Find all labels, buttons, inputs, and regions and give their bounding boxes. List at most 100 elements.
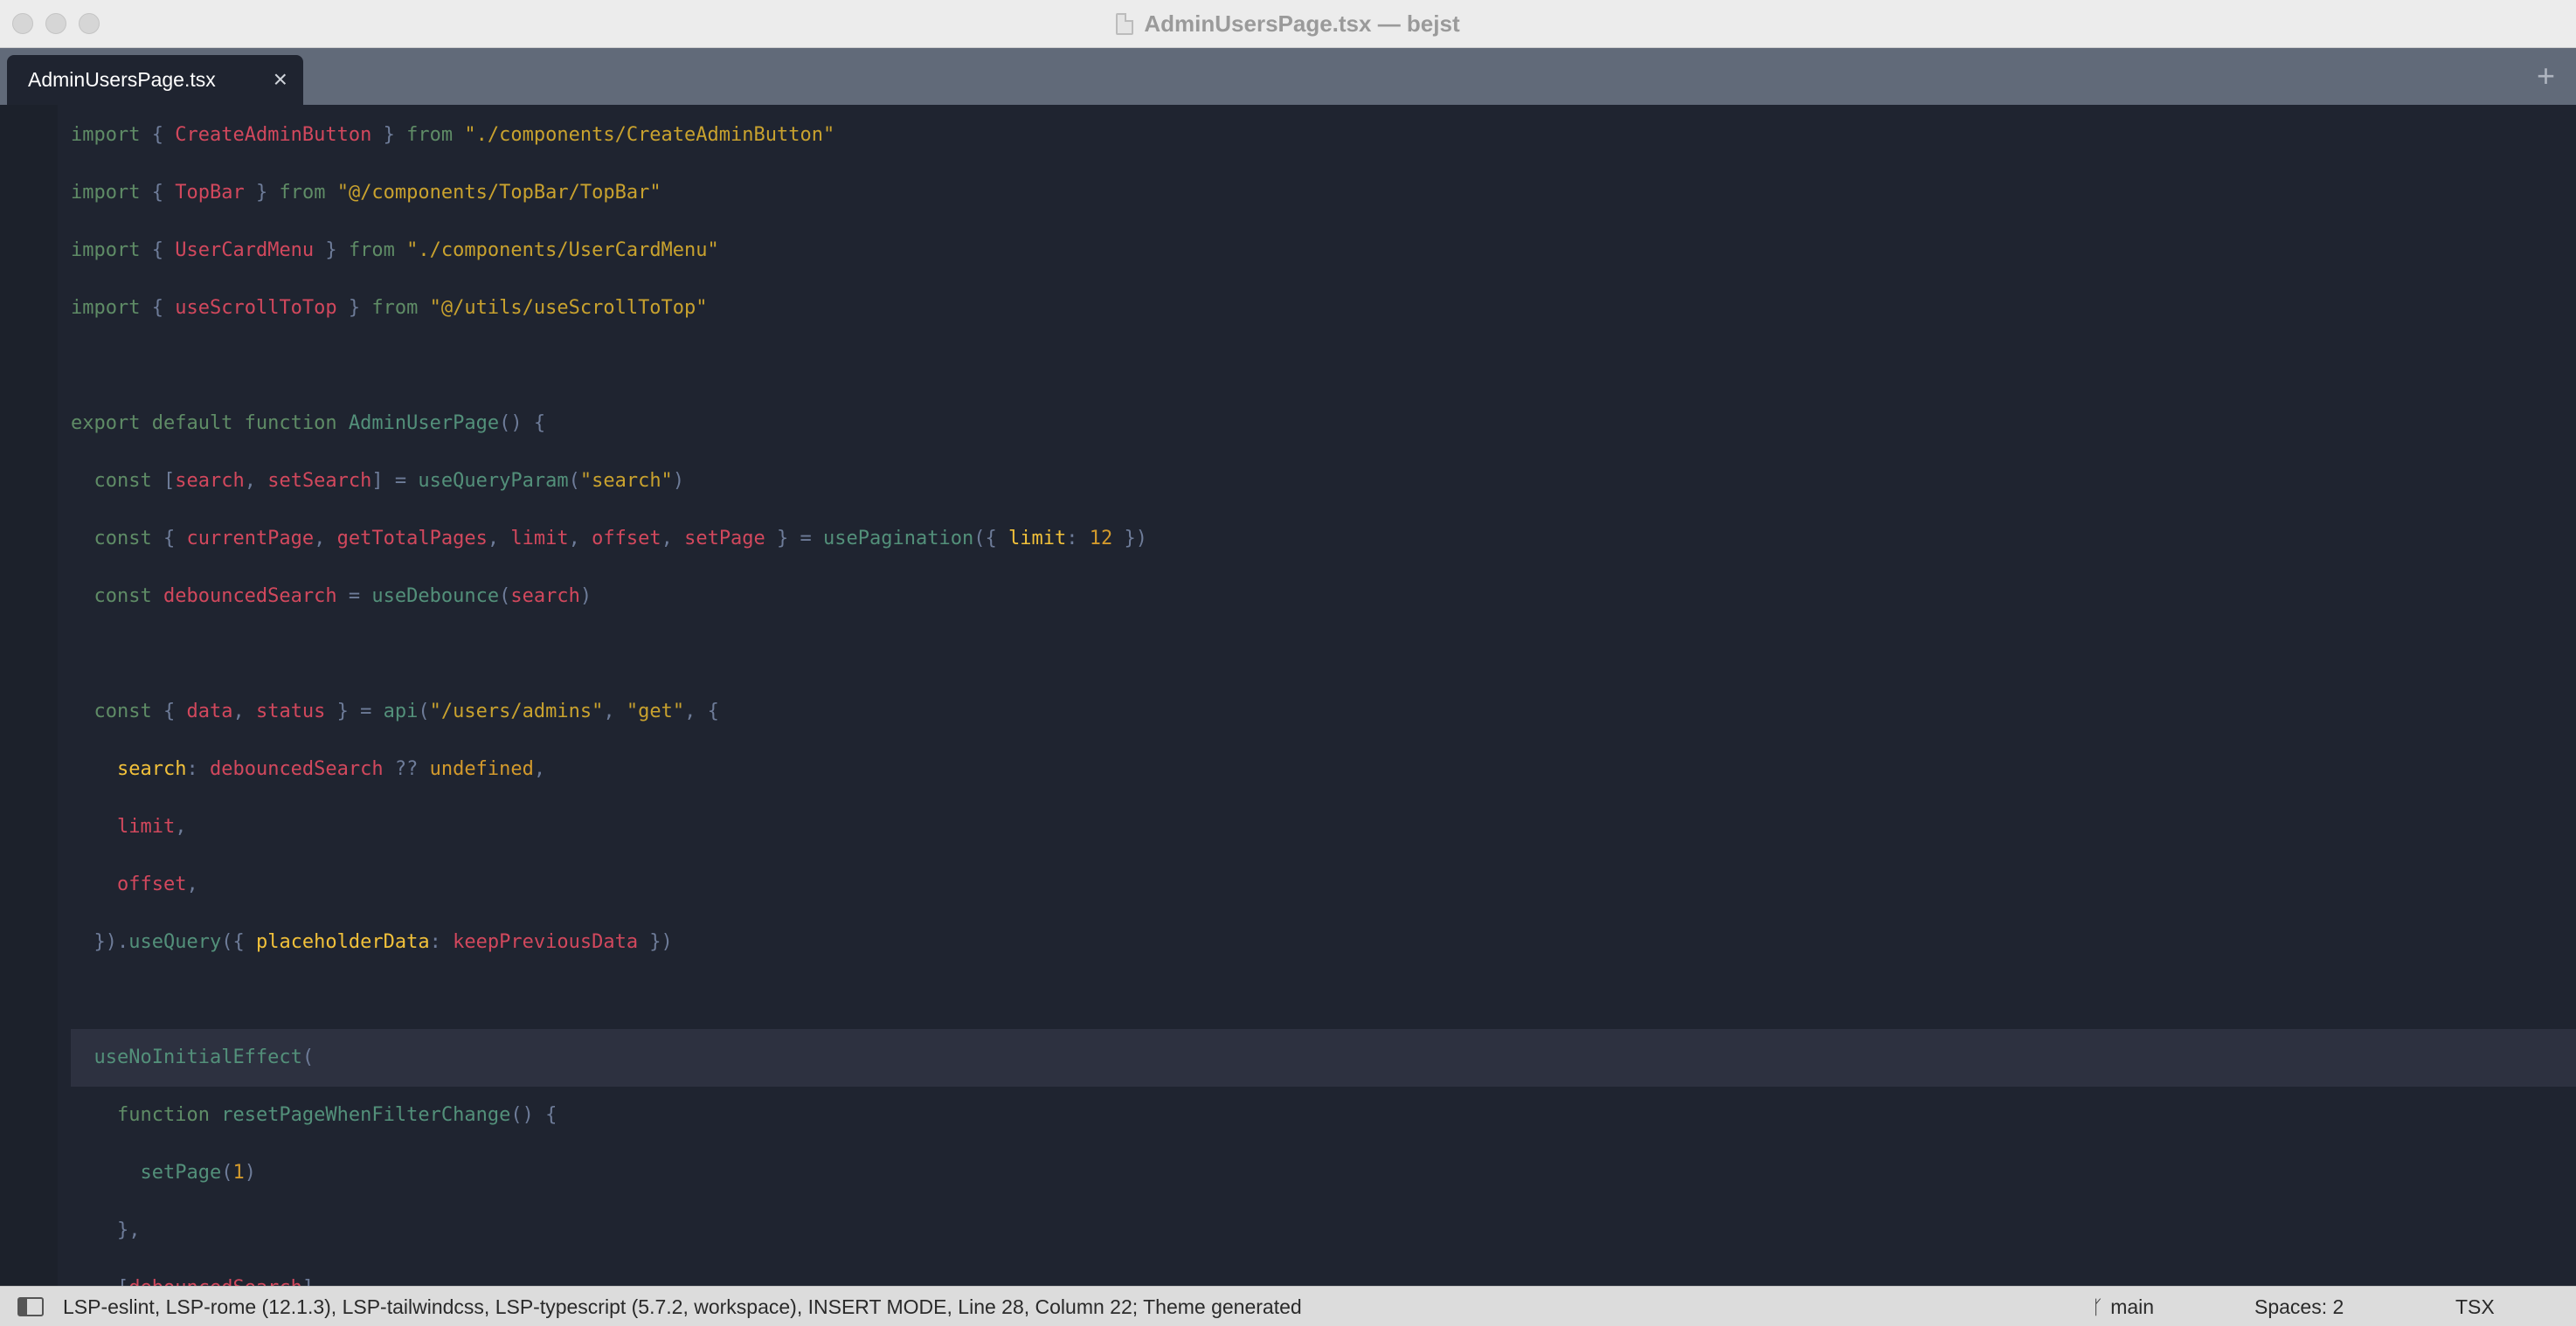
code-token: from bbox=[406, 124, 454, 146]
code-line-text: import { useScrollToTop } from "@/utils/… bbox=[71, 280, 708, 337]
code-token: { bbox=[163, 701, 187, 722]
code-token: undefined bbox=[429, 758, 534, 780]
code-line[interactable]: search: debouncedSearch ?? undefined, bbox=[71, 741, 2576, 798]
status-text: LSP-eslint, LSP-rome (12.1.3), LSP-tailw… bbox=[63, 1295, 1302, 1318]
code-line-text: search: debouncedSearch ?? undefined, bbox=[71, 741, 545, 798]
code-token: useQuery bbox=[128, 931, 222, 953]
syntax-selector[interactable]: TSX bbox=[2455, 1295, 2495, 1319]
code-token: "./components/CreateAdminButton" bbox=[453, 124, 835, 146]
code-line[interactable]: offset, bbox=[71, 856, 2576, 914]
code-token: , { bbox=[684, 701, 719, 722]
code-token: 1 bbox=[232, 1162, 245, 1184]
code-token: , bbox=[603, 701, 627, 722]
code-editor[interactable]: import { CreateAdminButton } from "./com… bbox=[0, 105, 2576, 1286]
new-tab-button[interactable]: + bbox=[2537, 59, 2555, 93]
tab-adminuserspage[interactable]: AdminUsersPage.tsx × bbox=[7, 55, 303, 105]
code-line[interactable]: useNoInitialEffect( bbox=[71, 1029, 2576, 1087]
code-token: const bbox=[71, 585, 163, 607]
code-token: debouncedSearch bbox=[163, 585, 337, 607]
code-line[interactable] bbox=[71, 337, 2576, 395]
code-token: usePagination bbox=[823, 528, 974, 549]
code-token: "./components/UserCardMenu" bbox=[394, 239, 719, 261]
code-token: debouncedSearch bbox=[209, 758, 384, 780]
tab-label: AdminUsersPage.tsx bbox=[28, 68, 216, 91]
code-token: ) bbox=[579, 585, 592, 607]
code-line[interactable]: limit, bbox=[71, 798, 2576, 856]
code-line[interactable]: export default function AdminUserPage() … bbox=[71, 395, 2576, 452]
code-token: function bbox=[116, 1104, 222, 1126]
code-token: , bbox=[232, 701, 256, 722]
code-line[interactable]: const { currentPage, getTotalPages, limi… bbox=[71, 510, 2576, 568]
close-window-button[interactable] bbox=[12, 13, 33, 34]
code-token: limit bbox=[116, 816, 176, 838]
code-token: import bbox=[71, 124, 141, 146]
minimize-window-button[interactable] bbox=[45, 13, 66, 34]
close-tab-icon[interactable]: × bbox=[274, 66, 287, 93]
code-line[interactable]: const [search, setSearch] = useQueryPara… bbox=[71, 452, 2576, 510]
sidebar-toggle-icon[interactable] bbox=[17, 1297, 44, 1316]
code-token: , bbox=[533, 758, 546, 780]
code-token: limit bbox=[510, 528, 569, 549]
code-token: , bbox=[175, 816, 187, 838]
branch-name: main bbox=[2110, 1295, 2155, 1318]
code-token: currentPage bbox=[186, 528, 315, 549]
code-token: : bbox=[429, 931, 454, 953]
code-token: , bbox=[244, 470, 268, 492]
code-token: offset bbox=[116, 874, 187, 895]
code-line-text: }).useQuery({ placeholderData: keepPrevi… bbox=[71, 914, 672, 971]
code-token: : bbox=[186, 758, 210, 780]
code-token: search bbox=[510, 585, 580, 607]
code-token: setSearch bbox=[267, 470, 372, 492]
code-token: ) bbox=[244, 1162, 256, 1184]
code-token: from bbox=[371, 297, 419, 319]
code-token: CreateAdminButton bbox=[175, 124, 372, 146]
code-token: getTotalPages bbox=[336, 528, 488, 549]
code-line[interactable]: function resetPageWhenFilterChange() { bbox=[71, 1087, 2576, 1144]
code-line[interactable] bbox=[71, 971, 2576, 1029]
code-line-text: import { UserCardMenu } from "./componen… bbox=[71, 222, 719, 280]
code-line[interactable]: setPage(1) bbox=[71, 1144, 2576, 1202]
code-token: } = bbox=[325, 701, 384, 722]
indentation-setting[interactable]: Spaces: 2 bbox=[2254, 1295, 2344, 1319]
code-token: ( bbox=[301, 1046, 315, 1068]
code-token: [ bbox=[71, 1277, 128, 1286]
code-token: import bbox=[71, 239, 141, 261]
code-line[interactable]: import { UserCardMenu } from "./componen… bbox=[71, 222, 2576, 280]
git-branch[interactable]: ᚴ main bbox=[2092, 1295, 2154, 1319]
code-token: ], bbox=[302, 1277, 326, 1286]
code-line[interactable]: const debouncedSearch = useDebounce(sear… bbox=[71, 568, 2576, 625]
window-controls bbox=[12, 13, 100, 34]
code-token: { bbox=[140, 239, 176, 261]
code-token: "/users/admins" bbox=[429, 701, 604, 722]
code-line[interactable]: import { TopBar } from "@/components/Top… bbox=[71, 164, 2576, 222]
code-line[interactable] bbox=[71, 625, 2576, 683]
code-token: ?? bbox=[383, 758, 430, 780]
code-token: import bbox=[71, 297, 141, 319]
code-line[interactable]: import { useScrollToTop } from "@/utils/… bbox=[71, 280, 2576, 337]
status-bar: LSP-eslint, LSP-rome (12.1.3), LSP-tailw… bbox=[0, 1286, 2576, 1326]
code-token: { bbox=[140, 124, 176, 146]
code-line[interactable]: const { data, status } = api("/users/adm… bbox=[71, 683, 2576, 741]
code-token: useScrollToTop bbox=[175, 297, 337, 319]
code-token: ( bbox=[221, 1162, 233, 1184]
code-token: const bbox=[71, 528, 163, 549]
code-token: }, bbox=[71, 1219, 141, 1241]
code-token: ) bbox=[672, 470, 685, 492]
zoom-window-button[interactable] bbox=[79, 13, 100, 34]
code-line[interactable]: [debouncedSearch], bbox=[71, 1260, 2576, 1286]
code-token: , bbox=[314, 528, 337, 549]
code-line-text: useNoInitialEffect( bbox=[71, 1029, 315, 1087]
code-line[interactable]: }, bbox=[71, 1202, 2576, 1260]
code-line[interactable]: import { CreateAdminButton } from "./com… bbox=[71, 107, 2576, 164]
code-token: const bbox=[71, 701, 163, 722]
code-line[interactable]: }).useQuery({ placeholderData: keepPrevi… bbox=[71, 914, 2576, 971]
code-token: status bbox=[255, 701, 326, 722]
code-token: = bbox=[336, 585, 372, 607]
code-token: api bbox=[383, 701, 419, 722]
code-token: useNoInitialEffect bbox=[93, 1046, 302, 1068]
code-token: , bbox=[186, 874, 198, 895]
code-token: ] = bbox=[371, 470, 419, 492]
